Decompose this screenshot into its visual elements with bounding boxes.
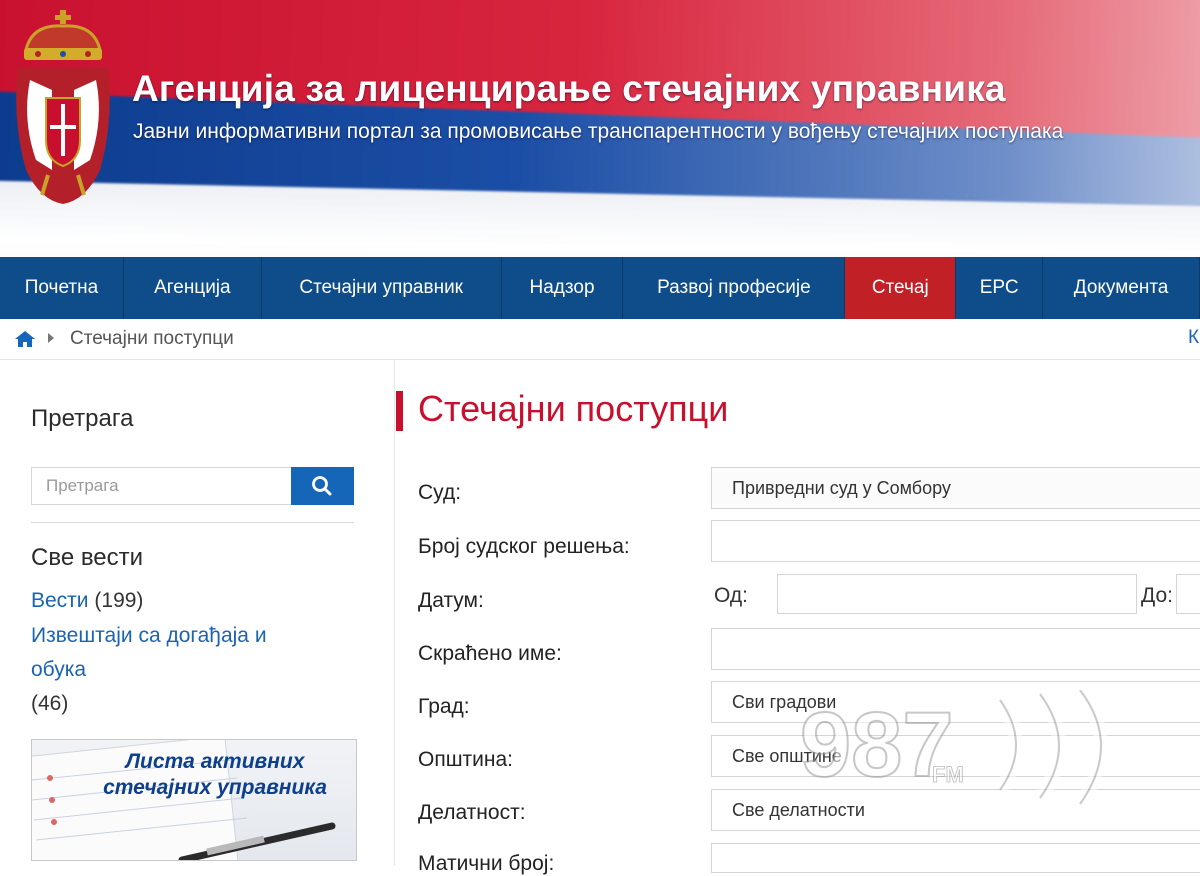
reg-number-label: Матични број: bbox=[418, 852, 555, 875]
breadcrumb-right-link[interactable]: К bbox=[1188, 327, 1199, 349]
sidebar-link-reports-count: (46) bbox=[31, 692, 69, 715]
nav-item-documents[interactable]: Документа bbox=[1043, 257, 1200, 319]
page-title: Стечајни поступци bbox=[418, 388, 729, 429]
short-name-input[interactable] bbox=[711, 628, 1200, 670]
date-label: Датум: bbox=[418, 589, 484, 612]
breadcrumb-separator-icon bbox=[48, 333, 54, 343]
date-from-input[interactable] bbox=[777, 574, 1137, 614]
court-select-value: Привредни суд у Сомбору bbox=[732, 478, 951, 498]
title-accent-bar bbox=[396, 391, 403, 431]
municipality-label: Општина: bbox=[418, 748, 514, 771]
nav-item-trustee[interactable]: Стечајни управник bbox=[262, 257, 502, 319]
site-subtitle: Јавни информативни портал за промовисање… bbox=[133, 120, 1064, 143]
banner-line1: Листа активних bbox=[125, 750, 305, 773]
search-icon bbox=[312, 476, 332, 496]
news-heading: Све вести bbox=[31, 544, 144, 571]
sidebar-link-news[interactable]: Вести (199) bbox=[31, 584, 143, 618]
sidebar-link-news-count: (199) bbox=[94, 589, 144, 612]
decision-number-label: Број судског решења: bbox=[418, 535, 630, 558]
banner-line2: стечајних управника bbox=[103, 776, 327, 799]
city-label: Град: bbox=[418, 695, 470, 718]
nav-item-home[interactable]: Почетна bbox=[0, 257, 124, 319]
search-heading: Претрага bbox=[31, 405, 134, 432]
sidebar-link-news-label[interactable]: Вести bbox=[31, 589, 89, 612]
short-name-label: Скраћено име: bbox=[418, 642, 562, 665]
search-button[interactable] bbox=[291, 467, 354, 505]
court-select[interactable]: Привредни суд у Сомбору bbox=[711, 467, 1200, 509]
nav-item-development[interactable]: Развој професије bbox=[623, 257, 846, 319]
watermark-number: 987 bbox=[800, 694, 954, 796]
watermark-unit: FM bbox=[932, 762, 964, 787]
nav-item-bankruptcy[interactable]: Стечај bbox=[845, 257, 957, 319]
main-navigation: Почетна Агенција Стечајни управник Надзо… bbox=[0, 257, 1200, 319]
activity-label: Делатност: bbox=[418, 801, 526, 824]
column-divider bbox=[394, 359, 395, 865]
reg-number-input[interactable] bbox=[711, 843, 1200, 873]
banner-text[interactable]: Листа активних стечајних управника bbox=[80, 749, 350, 801]
nav-item-agency[interactable]: Агенција bbox=[124, 257, 262, 319]
decision-number-input[interactable] bbox=[711, 520, 1200, 562]
date-from-label: Од: bbox=[714, 584, 748, 607]
home-icon[interactable] bbox=[14, 330, 36, 348]
site-title[interactable]: Агенција за лиценцирање стечајних управн… bbox=[132, 68, 1006, 110]
site-header: Агенција за лиценцирање стечајних управн… bbox=[0, 0, 1200, 257]
breadcrumb: Стечајни поступци К bbox=[0, 319, 1200, 360]
court-label: Суд: bbox=[418, 481, 462, 504]
breadcrumb-current: Стечајни поступци bbox=[70, 328, 234, 349]
radio-watermark-logo: 987 FM bbox=[800, 690, 1108, 809]
date-to-input[interactable] bbox=[1176, 574, 1200, 614]
sidebar-link-reports-label-line1[interactable]: Извештаји са догађаја и bbox=[31, 619, 267, 653]
nav-item-supervision[interactable]: Надзор bbox=[502, 257, 624, 319]
sidebar-divider bbox=[31, 522, 354, 523]
search-input[interactable] bbox=[32, 468, 291, 504]
sidebar-link-reports-label-line2[interactable]: обука bbox=[31, 653, 267, 687]
search-box bbox=[31, 467, 291, 505]
active-trustees-banner[interactable]: Листа активних стечајних управника bbox=[31, 739, 357, 861]
sidebar-link-reports[interactable]: Извештаји са догађаја и обука (46) bbox=[31, 619, 267, 721]
date-to-label: До: bbox=[1141, 584, 1173, 607]
nav-item-ers[interactable]: ЕРС bbox=[956, 257, 1044, 319]
coat-of-arms-logo[interactable] bbox=[12, 10, 114, 206]
